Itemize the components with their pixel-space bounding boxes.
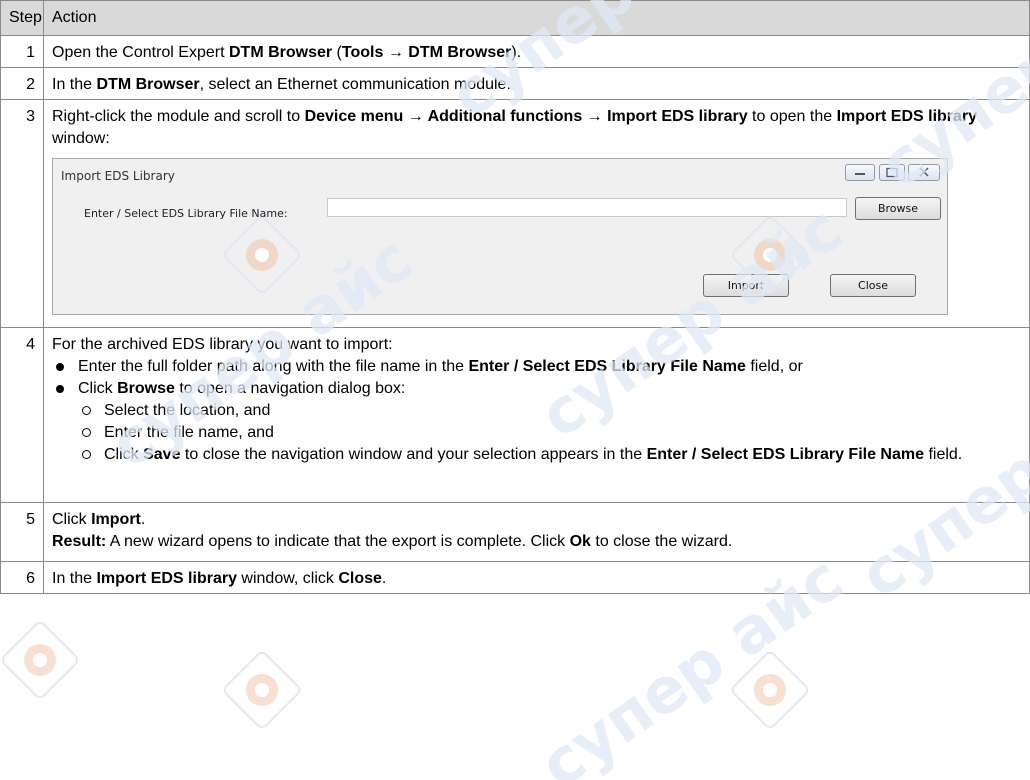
step-action: Open the Control Expert DTM Browser (Too… xyxy=(43,35,1030,68)
step-number: 2 xyxy=(0,67,44,100)
step-action: For the archived EDS library you want to… xyxy=(43,327,1030,503)
option-list: Enter the full folder path along with th… xyxy=(52,356,1021,466)
step-action: Right-click the module and scroll to Dev… xyxy=(43,99,1030,328)
sub-list-item: Select the location, and xyxy=(78,400,1021,422)
list-item: Click Browse to open a navigation dialog… xyxy=(52,378,1021,466)
step-5-result: Result: A new wizard opens to indicate t… xyxy=(52,533,733,550)
import-eds-library-dialog: Import EDS Library Enter / Select EDS Li… xyxy=(52,158,948,315)
minimize-icon[interactable] xyxy=(845,164,875,181)
import-button[interactable]: Import xyxy=(703,274,789,297)
table-row-step-6: 6 In the Import EDS library window, clic… xyxy=(0,561,1030,594)
sub-list-item: Click Save to close the navigation windo… xyxy=(78,444,1021,466)
step-3-text: Right-click the module and scroll to Dev… xyxy=(52,108,978,147)
table-row-step-1: 1 Open the Control Expert DTM Browser (T… xyxy=(0,35,1030,68)
step-number: 4 xyxy=(0,327,44,503)
list-item-text: Click Browse to open a navigation dialog… xyxy=(78,380,406,397)
list-item: Enter the full folder path along with th… xyxy=(52,356,1021,378)
sub-option-list: Select the location, and Enter the file … xyxy=(78,400,1021,466)
close-icon[interactable] xyxy=(908,164,940,181)
step-number: 5 xyxy=(0,502,44,562)
table-row-step-3: 3 Right-click the module and scroll to D… xyxy=(0,99,1030,328)
table-row-step-4: 4 For the archived EDS library you want … xyxy=(0,327,1030,503)
file-name-label: Enter / Select EDS Library File Name: xyxy=(84,207,288,220)
sub-list-item: Enter the file name, and xyxy=(78,422,1021,444)
step-number: 3 xyxy=(0,99,44,328)
step-action: In the Import EDS library window, click … xyxy=(43,561,1030,594)
step-5-line-1: Click Import. xyxy=(52,511,146,528)
browse-button[interactable]: Browse xyxy=(855,197,941,220)
table-row-step-5: 5 Click Import. Result: A new wizard ope… xyxy=(0,502,1030,562)
eds-file-name-input[interactable] xyxy=(327,198,847,217)
table-row-step-2: 2 In the DTM Browser, select an Ethernet… xyxy=(0,67,1030,100)
step-column-header: Step xyxy=(0,0,44,36)
procedure-table: Step Action 1 Open the Control Expert DT… xyxy=(0,0,1030,594)
dialog-title: Import EDS Library xyxy=(61,169,175,183)
step-action: In the DTM Browser, select an Ethernet c… xyxy=(43,67,1030,100)
step-4-intro: For the archived EDS library you want to… xyxy=(52,336,393,353)
action-column-header: Action xyxy=(43,0,1030,36)
step-number: 6 xyxy=(0,561,44,594)
table-header-row: Step Action xyxy=(0,0,1030,36)
close-button[interactable]: Close xyxy=(830,274,916,297)
maximize-icon[interactable] xyxy=(879,164,905,181)
step-number: 1 xyxy=(0,35,44,68)
step-action: Click Import. Result: A new wizard opens… xyxy=(43,502,1030,562)
